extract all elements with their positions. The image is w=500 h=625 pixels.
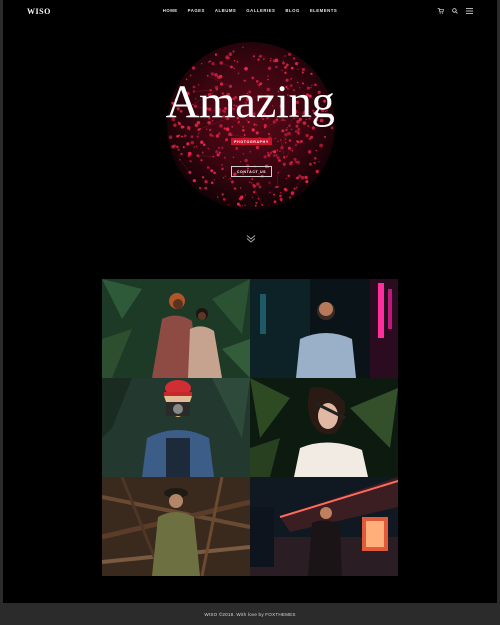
nav-item-elements[interactable]: ELEMENTS: [310, 8, 337, 13]
page: WISO HOME PAGES ALBUMS GALLERIES BLOG EL…: [3, 0, 497, 603]
nav-item-galleries[interactable]: GALLERIES: [246, 8, 275, 13]
neon-street-photo: [250, 477, 398, 576]
search-icon[interactable]: [452, 7, 458, 14]
branches-woman-photo: [102, 477, 250, 576]
cart-icon[interactable]: [437, 7, 444, 14]
menu-icon[interactable]: [466, 7, 473, 14]
nav-item-home[interactable]: HOME: [163, 8, 178, 13]
main-nav: HOME PAGES ALBUMS GALLERIES BLOG ELEMENT…: [3, 8, 497, 13]
footer-bar: WISO ©2018. With love by FOXTHEMES: [0, 603, 500, 625]
header-icons: [437, 7, 473, 14]
nav-item-albums[interactable]: ALBUMS: [215, 8, 236, 13]
footer-copyright: WISO ©2018. With love by FOXTHEMES: [204, 611, 296, 617]
gallery-item[interactable]: [102, 279, 250, 378]
gallery-item[interactable]: [102, 378, 250, 477]
neon-portrait-photo: [250, 279, 398, 378]
palm-woman-photo: [250, 378, 398, 477]
photo-gallery: [102, 279, 398, 576]
gallery-item[interactable]: [250, 279, 398, 378]
nav-item-pages[interactable]: PAGES: [188, 8, 205, 13]
hero-tag-badge: PHOTOGRAPHY: [231, 138, 272, 145]
camera-girl-photo: [102, 378, 250, 477]
contact-us-button[interactable]: CONTACT US: [231, 166, 272, 177]
gallery-item[interactable]: [102, 477, 250, 576]
couple-jungle-photo: [102, 279, 250, 378]
hero-title: Amazing: [165, 76, 335, 128]
gallery-item[interactable]: [250, 378, 398, 477]
gallery-item[interactable]: [250, 477, 398, 576]
scroll-down-icon[interactable]: [246, 234, 256, 244]
nav-item-blog[interactable]: BLOG: [285, 8, 299, 13]
